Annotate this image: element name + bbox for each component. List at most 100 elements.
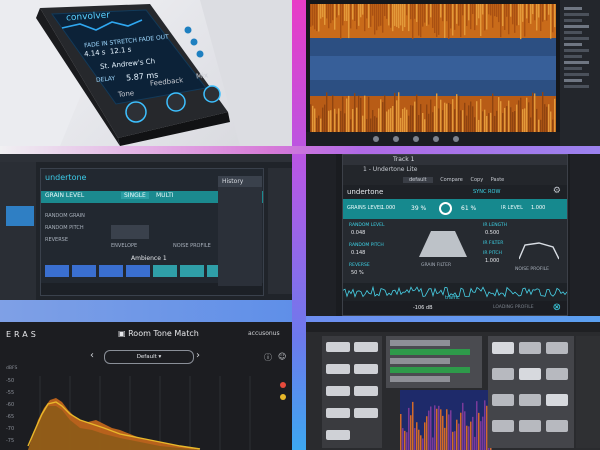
module-list-item[interactable]: [564, 19, 582, 22]
single-mode-button[interactable]: SINGLE: [121, 192, 149, 199]
module-list-item[interactable]: [564, 25, 589, 28]
plugin-title: ▣ Room Tone Match: [118, 329, 199, 338]
device-button-3[interactable]: [196, 50, 204, 58]
sample-pad[interactable]: [72, 265, 96, 277]
tone-knob[interactable]: [125, 101, 147, 123]
workbench-spectro-stripe: [470, 421, 472, 450]
sample-pad[interactable]: [153, 265, 177, 277]
plugin-name[interactable]: 1 - Undertone Lite: [363, 166, 417, 173]
workbench-button[interactable]: [326, 342, 350, 352]
workbench-control[interactable]: [492, 420, 514, 432]
preset-next-button[interactable]: ›: [196, 350, 200, 361]
workbench-control[interactable]: [519, 368, 541, 380]
workbench-control[interactable]: [519, 420, 541, 432]
sample-pad[interactable]: [180, 265, 204, 277]
module-list-item[interactable]: [564, 73, 589, 76]
workbench-control[interactable]: [519, 394, 541, 406]
workbench-control[interactable]: [546, 342, 568, 354]
workbench-row[interactable]: [390, 358, 450, 364]
audio-clip[interactable]: [6, 206, 34, 226]
module-list-item[interactable]: [564, 85, 589, 88]
multi-mode-button[interactable]: MULTI: [153, 192, 177, 199]
workbench-control[interactable]: [519, 342, 541, 354]
module-list-item[interactable]: [564, 67, 582, 70]
select-icon[interactable]: [393, 136, 399, 142]
device-button-2[interactable]: [190, 38, 198, 46]
workbench-control[interactable]: [546, 368, 568, 380]
spectro-stripe-top: [494, 4, 496, 17]
module-list-item[interactable]: [564, 61, 589, 64]
feedback-knob[interactable]: [166, 92, 186, 112]
noise-profile-graph[interactable]: [519, 239, 559, 261]
spectro-stripe-bottom: [504, 107, 506, 132]
workbench-spectro-stripe: [450, 410, 452, 450]
workbench-control[interactable]: [492, 342, 514, 354]
workbench-row[interactable]: [390, 376, 450, 382]
spectrum-graph: -50 -55 -60 -65 -70 -75: [6, 376, 251, 450]
user-icon[interactable]: ☺: [278, 352, 286, 361]
sync-row[interactable]: SYNC ROW: [473, 189, 500, 195]
workbench-spectrogram[interactable]: [400, 390, 492, 450]
workbench-button[interactable]: [326, 430, 350, 440]
mix-knob[interactable]: [439, 202, 452, 215]
spectro-stripe-top: [544, 4, 546, 20]
history-tab[interactable]: History: [218, 176, 262, 187]
eras-room-tone-match: ERAS ▣ Room Tone Match accusonus ‹ Defau…: [0, 322, 292, 450]
y-tick-label: -50: [6, 378, 14, 384]
hand-icon[interactable]: [453, 136, 459, 142]
module-list-item[interactable]: [564, 37, 589, 40]
module-list-item[interactable]: [564, 43, 582, 46]
device-button-1[interactable]: [184, 26, 192, 34]
module-list-item[interactable]: [564, 55, 582, 58]
brush-icon[interactable]: [433, 136, 439, 142]
module-list-item[interactable]: [564, 79, 582, 82]
spectro-stripe-bottom: [450, 104, 452, 132]
workbench-control[interactable]: [492, 368, 514, 380]
sample-pad[interactable]: [126, 265, 150, 277]
module-list-item[interactable]: [564, 13, 589, 16]
workbench-row[interactable]: [390, 367, 470, 373]
module-list-item[interactable]: [564, 49, 589, 52]
sample-pad[interactable]: [99, 265, 123, 277]
module-list-item[interactable]: [564, 7, 582, 10]
module-list-item[interactable]: [564, 31, 582, 34]
settings-icon[interactable]: ⚙: [553, 186, 561, 196]
workbench-button[interactable]: [354, 342, 378, 352]
workbench-row[interactable]: [390, 349, 470, 355]
copy-button[interactable]: Copy: [470, 177, 483, 183]
close-icon[interactable]: ⊗: [553, 302, 561, 313]
spectro-stripe-bottom: [340, 110, 342, 132]
grain-envelope-shape[interactable]: [417, 227, 469, 259]
workbench-button[interactable]: [326, 364, 350, 374]
envelope-shape[interactable]: [111, 225, 149, 239]
spectro-stripe-bottom: [528, 102, 530, 132]
convolver-device-panel: convolver FADE IN STRETCH FADE OUT 4.14 …: [0, 0, 292, 146]
workbench-spectro-stripe: [416, 422, 418, 450]
sample-pad[interactable]: [45, 265, 69, 277]
workbench-button[interactable]: [354, 408, 378, 418]
workbench-control[interactable]: [546, 394, 568, 406]
preset-dropdown[interactable]: default: [403, 177, 433, 183]
workbench-button[interactable]: [354, 364, 378, 374]
workbench-control[interactable]: [546, 420, 568, 432]
workbench-row[interactable]: [390, 340, 450, 346]
paste-button[interactable]: Paste: [491, 177, 505, 183]
spectro-stripe-bottom: [412, 105, 414, 132]
preset-dropdown[interactable]: Default ▾: [104, 350, 194, 364]
info-icon[interactable]: ⓘ: [264, 352, 272, 363]
workbench-button[interactable]: [354, 386, 378, 396]
spectro-stripe-top: [452, 4, 454, 36]
spectro-stripe-bottom: [550, 111, 552, 132]
spectrogram-view[interactable]: [306, 0, 600, 146]
compare-button[interactable]: Compare: [440, 177, 463, 183]
workbench-button[interactable]: [326, 408, 350, 418]
lasso-icon[interactable]: [413, 136, 419, 142]
preset-prev-button[interactable]: ‹: [90, 350, 94, 361]
ambience-preset[interactable]: Ambience 1: [131, 255, 167, 262]
host-toolbar: 1 - Undertone Lite: [343, 165, 567, 175]
workbench-control[interactable]: [492, 394, 514, 406]
mix-knob[interactable]: [203, 85, 221, 103]
spectro-stripe-top: [446, 4, 448, 22]
workbench-button[interactable]: [326, 386, 350, 396]
zoom-icon[interactable]: [373, 136, 379, 142]
